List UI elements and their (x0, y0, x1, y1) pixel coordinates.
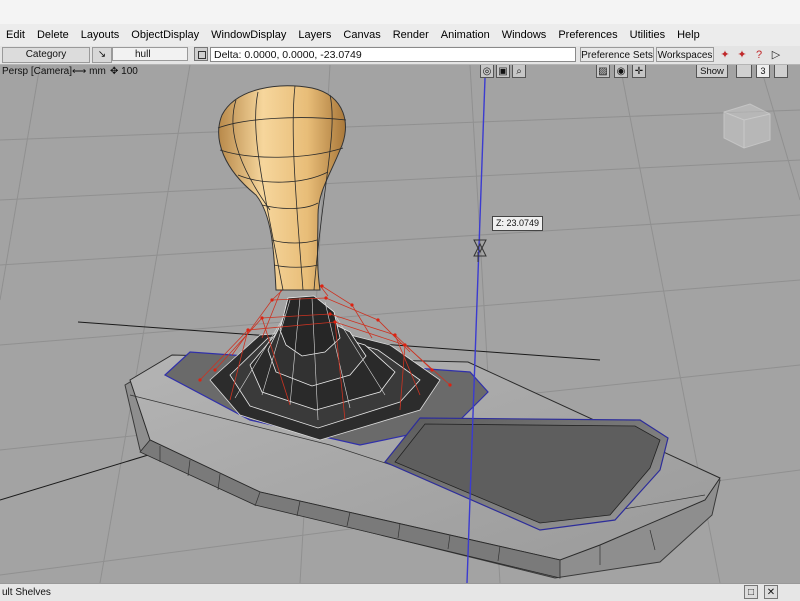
shelves-label[interactable]: ult Shelves (2, 584, 51, 601)
menu-layers[interactable]: Layers (292, 29, 337, 41)
shelf-minimize-icon[interactable]: □ (744, 585, 758, 599)
menu-delete[interactable]: Delete (31, 29, 75, 41)
menu-edit[interactable]: Edit (0, 29, 31, 41)
menu-render[interactable]: Render (387, 29, 435, 41)
scene-canvas[interactable] (0, 65, 800, 583)
zoom-icon[interactable]: ⌕ (512, 65, 526, 78)
viewport-title[interactable]: Persp [Camera] (2, 66, 72, 77)
snap-icon[interactable] (194, 47, 208, 61)
maximize-icon[interactable] (774, 65, 788, 78)
camera-controls: ◎ ▣ ⌕ (480, 65, 526, 78)
tool-name-field[interactable]: hull (112, 47, 188, 61)
units-value: mm (89, 66, 106, 77)
delta-input[interactable]: Delta: 0.0000, 0.0000, -23.0749 (210, 47, 576, 62)
menu-windows[interactable]: Windows (496, 29, 553, 41)
menu-help[interactable]: Help (671, 29, 706, 41)
zoom-value: 100 (121, 66, 138, 77)
layout-number[interactable]: 3 (756, 65, 770, 78)
viewport-header: Persp [Camera] ⟷ mm ✥ 100 ◎ ▣ ⌕ ▨ ◉ ✛ Sh… (0, 65, 800, 80)
menu-canvas[interactable]: Canvas (337, 29, 386, 41)
expand-arrow-icon[interactable]: ▷ (769, 48, 783, 62)
shelves-window-icons: □ ✕ (744, 585, 778, 599)
workspace-icons: ✦ ✦ ? ▷ (718, 46, 783, 63)
grid-icon[interactable]: ◉ (614, 65, 628, 78)
tumble-icon[interactable]: ◎ (480, 65, 494, 78)
menu-layouts[interactable]: Layouts (75, 29, 126, 41)
menu-objectdisplay[interactable]: ObjectDisplay (125, 29, 205, 41)
menu-preferences[interactable]: Preferences (552, 29, 623, 41)
pin2-icon[interactable]: ✦ (735, 48, 749, 62)
view-cube-icon (723, 103, 771, 149)
menu-animation[interactable]: Animation (435, 29, 496, 41)
shelf-close-icon[interactable]: ✕ (764, 585, 778, 599)
show-button[interactable]: Show (696, 65, 728, 78)
menu-windowdisplay[interactable]: WindowDisplay (205, 29, 292, 41)
workspaces-button[interactable]: Workspaces (656, 47, 714, 62)
title-strip (0, 0, 800, 24)
minimize-icon[interactable] (736, 65, 752, 78)
camera-icon[interactable]: ▣ (496, 65, 510, 78)
menu-utilities[interactable]: Utilities (624, 29, 671, 41)
shelves-bar: ult Shelves □ ✕ (0, 583, 800, 601)
z-readout: Z: 23.0749 (492, 216, 544, 231)
move-icon[interactable]: ✛ (632, 65, 646, 78)
view-controls: ▨ ◉ ✛ (596, 65, 646, 78)
perspective-viewport[interactable]: Persp [Camera] ⟷ mm ✥ 100 ◎ ▣ ⌕ ▨ ◉ ✛ Sh… (0, 65, 800, 583)
question-icon[interactable]: ? (752, 48, 766, 62)
menu-bar: Edit Delete Layouts ObjectDisplay Window… (0, 24, 800, 47)
preference-sets-button[interactable]: Preference Sets (580, 47, 654, 62)
category-dropdown[interactable]: Category (2, 47, 90, 63)
control-toolbar: Category ↘ hull Delta: 0.0000, 0.0000, -… (0, 46, 800, 65)
units-label: ⟷ mm (72, 66, 106, 77)
pick-icon[interactable]: ↘ (92, 47, 112, 63)
pin-icon[interactable]: ✦ (718, 48, 732, 62)
fit-icon[interactable]: ▨ (596, 65, 610, 78)
zoom-label: ✥ 100 (110, 66, 138, 77)
